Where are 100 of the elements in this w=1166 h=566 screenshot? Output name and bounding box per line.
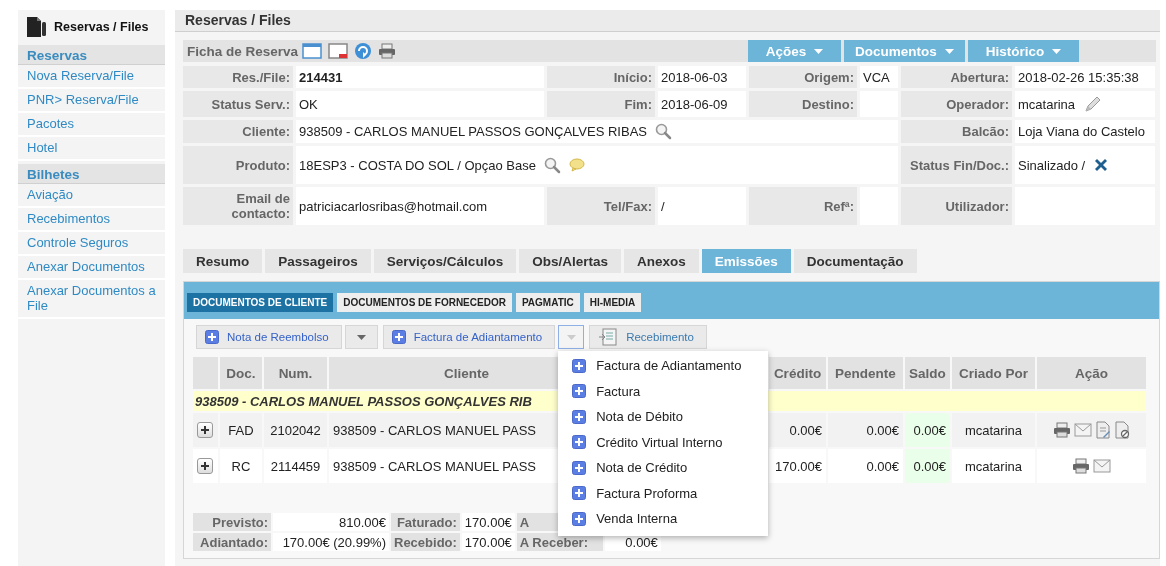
field-text: 2018-02-26 15:35:38 — [1018, 69, 1139, 85]
plus-icon — [200, 425, 210, 435]
search-icon[interactable] — [655, 123, 672, 140]
sidebar-item[interactable]: Controle Seguros — [18, 232, 165, 256]
dropdown-button[interactable] — [344, 325, 378, 349]
subtab[interactable]: DOCUMENTOS DE CLIENTE — [187, 293, 334, 312]
field-text: 2018-06-03 — [661, 69, 728, 85]
close-icon[interactable] — [1093, 157, 1110, 173]
tab[interactable]: Anexos — [623, 249, 699, 273]
plus-icon — [572, 358, 587, 373]
field-label: Utilizador: — [901, 187, 1012, 225]
table-cell: 2102042 — [264, 413, 327, 447]
printer-icon[interactable] — [378, 43, 397, 59]
total-value: 170.00€ (20.99%) — [273, 533, 389, 551]
plus-icon — [391, 330, 406, 344]
subtab[interactable]: HI-MEDIA — [583, 293, 642, 312]
refresh-icon[interactable] — [354, 42, 373, 60]
section-title: Ficha de Reserva — [186, 43, 300, 59]
column-header: Crédito — [769, 357, 826, 389]
search-icon[interactable] — [544, 156, 561, 174]
window-icon[interactable] — [302, 43, 323, 59]
column-header: Pendente — [828, 357, 903, 389]
plus-icon — [572, 486, 587, 501]
field-text: Loja Viana do Castelo — [1018, 124, 1145, 139]
page-title: Reservas / Files — [175, 10, 1160, 32]
tab[interactable]: Resumo — [183, 249, 263, 273]
column-header: Criado Por — [952, 357, 1035, 389]
total-value: 170.00€ — [461, 513, 515, 531]
column-header: Num. — [264, 357, 327, 389]
new-document-button[interactable]: Factura de Adiantamento — [382, 325, 556, 349]
menu-item-label[interactable]: Factura Proforma — [596, 485, 698, 501]
plus-icon — [572, 511, 587, 526]
field-label: Balcão: — [901, 120, 1012, 143]
window-icon[interactable] — [328, 43, 349, 59]
field-text: / — [661, 198, 665, 214]
menu-item[interactable]: Factura Proforma — [558, 480, 769, 506]
table-cell: 0.00€ — [905, 449, 950, 483]
caret-icon — [814, 48, 824, 54]
receipt-button[interactable]: Recebimento — [589, 325, 707, 349]
sidebar-item[interactable]: Hotel — [18, 137, 165, 161]
field-text: OK — [299, 96, 318, 112]
plus-icon — [572, 409, 587, 424]
field-text: patriciacarlosribas@hotmail.com — [299, 198, 488, 214]
caret-icon — [356, 334, 366, 340]
subtab[interactable]: DOCUMENTOS DE FORNECEDOR — [337, 293, 512, 312]
table-cell: mcatarina — [952, 449, 1035, 483]
sidebar-item[interactable]: Anexar Documentos a File — [18, 280, 165, 319]
plus-icon — [205, 330, 219, 344]
envelope-icon[interactable] — [1074, 423, 1092, 437]
field-label: Cliente: — [183, 120, 293, 143]
field-text: 214431 — [299, 69, 343, 85]
total-value: 170.00€ — [461, 533, 515, 551]
expand-button[interactable] — [197, 458, 213, 474]
plus-icon — [572, 384, 587, 399]
caret-icon — [1052, 48, 1062, 54]
sidebar-item[interactable]: Aviação — [18, 184, 165, 208]
field-label: Abertura: — [901, 66, 1012, 88]
sidebar-title: Reservas / Files — [54, 20, 149, 34]
sidebar-item[interactable]: PNR> Reserva/File — [18, 89, 165, 113]
total-label: Previsto: — [193, 513, 271, 531]
new-document-button[interactable]: Nota de Reembolso — [196, 325, 342, 349]
expand-button[interactable] — [197, 422, 213, 438]
table-cell: 0.00€ — [828, 449, 903, 483]
printer-icon[interactable] — [1053, 422, 1071, 438]
table-cell: 0.00€ — [828, 413, 903, 447]
table-cell: 0.00€ — [905, 413, 950, 447]
tab[interactable]: Obs/Alertas — [519, 249, 621, 273]
table-cell: 0.00€ — [769, 413, 826, 447]
subtab[interactable]: PAGMATIC — [515, 293, 580, 312]
sidebar-item[interactable]: Recebimentos — [18, 208, 165, 232]
field-label: Produto: — [183, 146, 293, 184]
document-edit-icon[interactable] — [1095, 421, 1111, 439]
sidebar-item[interactable]: Anexar Documentos — [18, 256, 165, 280]
field-label: Status Fin/Doc.: — [901, 146, 1012, 184]
table-cell: RC — [220, 449, 262, 483]
tab[interactable]: Documentação — [793, 249, 917, 273]
column-header: Ação — [1037, 357, 1146, 389]
printer-icon[interactable] — [1072, 458, 1090, 474]
field-label: Destino: — [749, 91, 857, 117]
field-label: Início: — [547, 66, 655, 88]
table-cell: mcatarina — [952, 413, 1035, 447]
total-label: Recebido: — [391, 533, 460, 551]
document-cancel-icon[interactable] — [1114, 421, 1130, 439]
field-text: 938509 - CARLOS MANUEL PASSOS GONÇALVES RIBAS — [299, 124, 647, 139]
field-label: Operador: — [901, 91, 1012, 117]
field-label: Fim: — [547, 91, 655, 117]
comment-icon[interactable] — [569, 158, 585, 172]
field-label: Email de contacto: — [183, 187, 293, 225]
field-label: Status Serv.: — [183, 91, 293, 117]
field-text: Sinalizado / — [1018, 157, 1086, 173]
sidebar-item[interactable]: Pacotes — [18, 113, 165, 137]
field-text: 2018-06-09 — [661, 96, 728, 112]
caret-icon — [944, 48, 954, 54]
column-header: Saldo — [905, 357, 950, 389]
column-header: Doc. — [220, 357, 262, 389]
total-label: Faturado: — [391, 513, 460, 531]
dropdown-button[interactable] — [558, 325, 585, 349]
tab[interactable]: Passageiros — [265, 249, 371, 273]
sidebar-item[interactable]: Nova Reserva/File — [18, 65, 165, 89]
tab[interactable]: Serviços/Cálculos — [373, 249, 517, 273]
